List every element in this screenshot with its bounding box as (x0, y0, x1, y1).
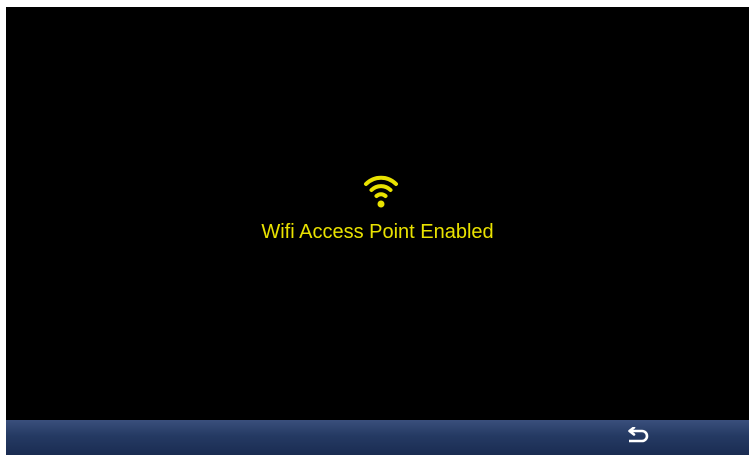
device-screen: Wifi Access Point Enabled (6, 7, 749, 455)
bottom-navigation-bar (6, 420, 749, 455)
back-button[interactable] (618, 423, 658, 453)
back-arrow-icon (625, 425, 651, 450)
status-area: Wifi Access Point Enabled (6, 7, 749, 420)
status-message: Wifi Access Point Enabled (261, 221, 494, 243)
wifi-icon (363, 169, 399, 211)
